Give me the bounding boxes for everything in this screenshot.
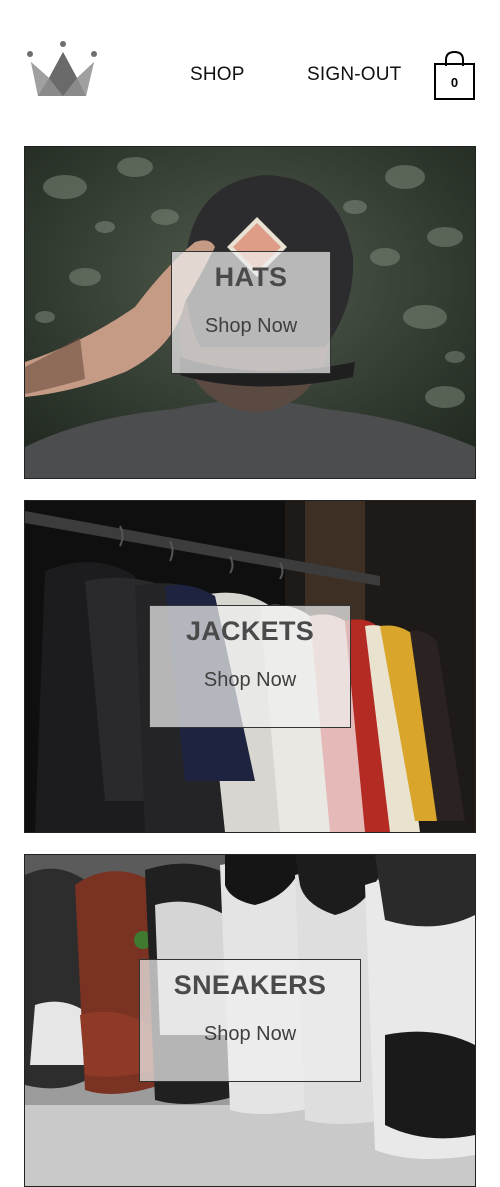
- category-sneakers[interactable]: SNEAKERS Shop Now: [24, 854, 476, 1187]
- cart-count: 0: [450, 75, 459, 90]
- category-title: SNEAKERS: [173, 970, 327, 1000]
- shop-now-link[interactable]: Shop Now: [172, 315, 330, 338]
- hats-label-box[interactable]: HATS Shop Now: [171, 251, 331, 374]
- category-jackets[interactable]: JACKETS Shop Now: [24, 500, 476, 833]
- shop-now-link[interactable]: Shop Now: [140, 1023, 360, 1046]
- crown-logo-icon[interactable]: [24, 38, 100, 100]
- category-title: HATS: [214, 262, 288, 292]
- nav-sign-out-link[interactable]: SIGN-OUT: [307, 64, 402, 86]
- category-hats[interactable]: HATS Shop Now: [24, 146, 476, 479]
- category-title: JACKETS: [185, 616, 315, 646]
- sneakers-label-box[interactable]: SNEAKERS Shop Now: [139, 959, 361, 1082]
- cart-button[interactable]: 0: [432, 50, 478, 102]
- nav-shop-link[interactable]: SHOP: [190, 64, 245, 86]
- site-header: SHOP SIGN-OUT 0: [0, 0, 500, 140]
- shop-now-link[interactable]: Shop Now: [150, 669, 350, 692]
- jackets-label-box[interactable]: JACKETS Shop Now: [149, 605, 351, 728]
